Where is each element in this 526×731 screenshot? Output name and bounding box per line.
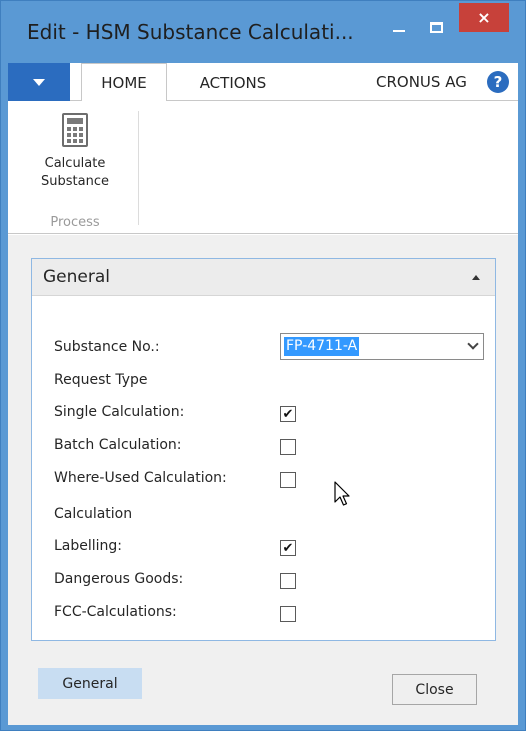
- fcc-calculations-checkbox[interactable]: [280, 606, 296, 622]
- chevron-down-icon: [33, 78, 45, 86]
- company-name: CRONUS AG: [376, 73, 467, 91]
- maximize-icon: [429, 21, 443, 33]
- batch-calculation-label: Batch Calculation:: [54, 437, 182, 453]
- labelling-label: Labelling:: [54, 538, 123, 554]
- application-menu-button[interactable]: [8, 63, 70, 101]
- request-type-header: Request Type: [54, 372, 148, 388]
- single-calculation-checkbox[interactable]: ✔: [280, 406, 296, 422]
- tab-actions[interactable]: ACTIONS: [178, 63, 288, 102]
- mouse-pointer-icon: [334, 481, 350, 506]
- calculator-icon: [62, 113, 88, 147]
- labelling-checkbox[interactable]: ✔: [280, 540, 296, 556]
- single-calculation-label: Single Calculation:: [54, 404, 185, 420]
- minimize-button[interactable]: [382, 13, 416, 41]
- substance-no-value[interactable]: FP-4711-A: [284, 337, 360, 356]
- ribbon-group-process: Process: [50, 215, 100, 230]
- where-used-calculation-label: Where-Used Calculation:: [54, 470, 227, 486]
- content-area: General Substance No.: FP-4711-A Request…: [8, 235, 518, 725]
- calculate-substance-label: Calculate Substance: [41, 156, 109, 189]
- minimize-icon: [393, 30, 405, 32]
- close-window-button[interactable]: ×: [459, 3, 509, 32]
- close-button[interactable]: Close: [392, 674, 477, 705]
- calculator-screen: [67, 118, 83, 124]
- substance-no-label: Substance No.:: [54, 339, 160, 355]
- general-fasttab-title: General: [43, 267, 110, 287]
- calculator-keys: [67, 127, 83, 143]
- dangerous-goods-checkbox[interactable]: [280, 573, 296, 589]
- dangerous-goods-label: Dangerous Goods:: [54, 571, 184, 587]
- calculation-header: Calculation: [54, 506, 133, 522]
- ribbon-separator: [138, 111, 139, 225]
- substance-no-field[interactable]: FP-4711-A: [280, 333, 484, 360]
- where-used-calculation-checkbox[interactable]: [280, 472, 296, 488]
- window-title: Edit - HSM Substance Calculati...: [27, 20, 354, 44]
- maximize-button[interactable]: [419, 13, 453, 41]
- batch-calculation-checkbox[interactable]: [280, 439, 296, 455]
- fcc-calculations-label: FCC-Calculations:: [54, 604, 177, 620]
- help-icon[interactable]: ?: [487, 71, 509, 93]
- close-icon: ×: [477, 8, 491, 27]
- general-fasttab: General Substance No.: FP-4711-A Request…: [31, 258, 496, 641]
- chevron-up-icon[interactable]: [472, 275, 480, 280]
- calculate-substance-button[interactable]: Calculate Substance: [30, 109, 120, 204]
- dialog-window: Edit - HSM Substance Calculati... × HOME…: [0, 0, 526, 731]
- general-fasttab-header[interactable]: General: [32, 259, 495, 296]
- tab-home[interactable]: HOME: [81, 63, 167, 102]
- ribbon-body: Calculate Substance Process: [8, 101, 518, 234]
- ribbon-tab-strip: HOME ACTIONS CRONUS AG ?: [8, 63, 518, 102]
- chevron-down-icon[interactable]: [467, 338, 479, 350]
- title-bar[interactable]: Edit - HSM Substance Calculati... ×: [1, 1, 525, 63]
- footer-tab-general[interactable]: General: [38, 668, 142, 699]
- client-area: HOME ACTIONS CRONUS AG ? Calculate Subst…: [8, 63, 518, 725]
